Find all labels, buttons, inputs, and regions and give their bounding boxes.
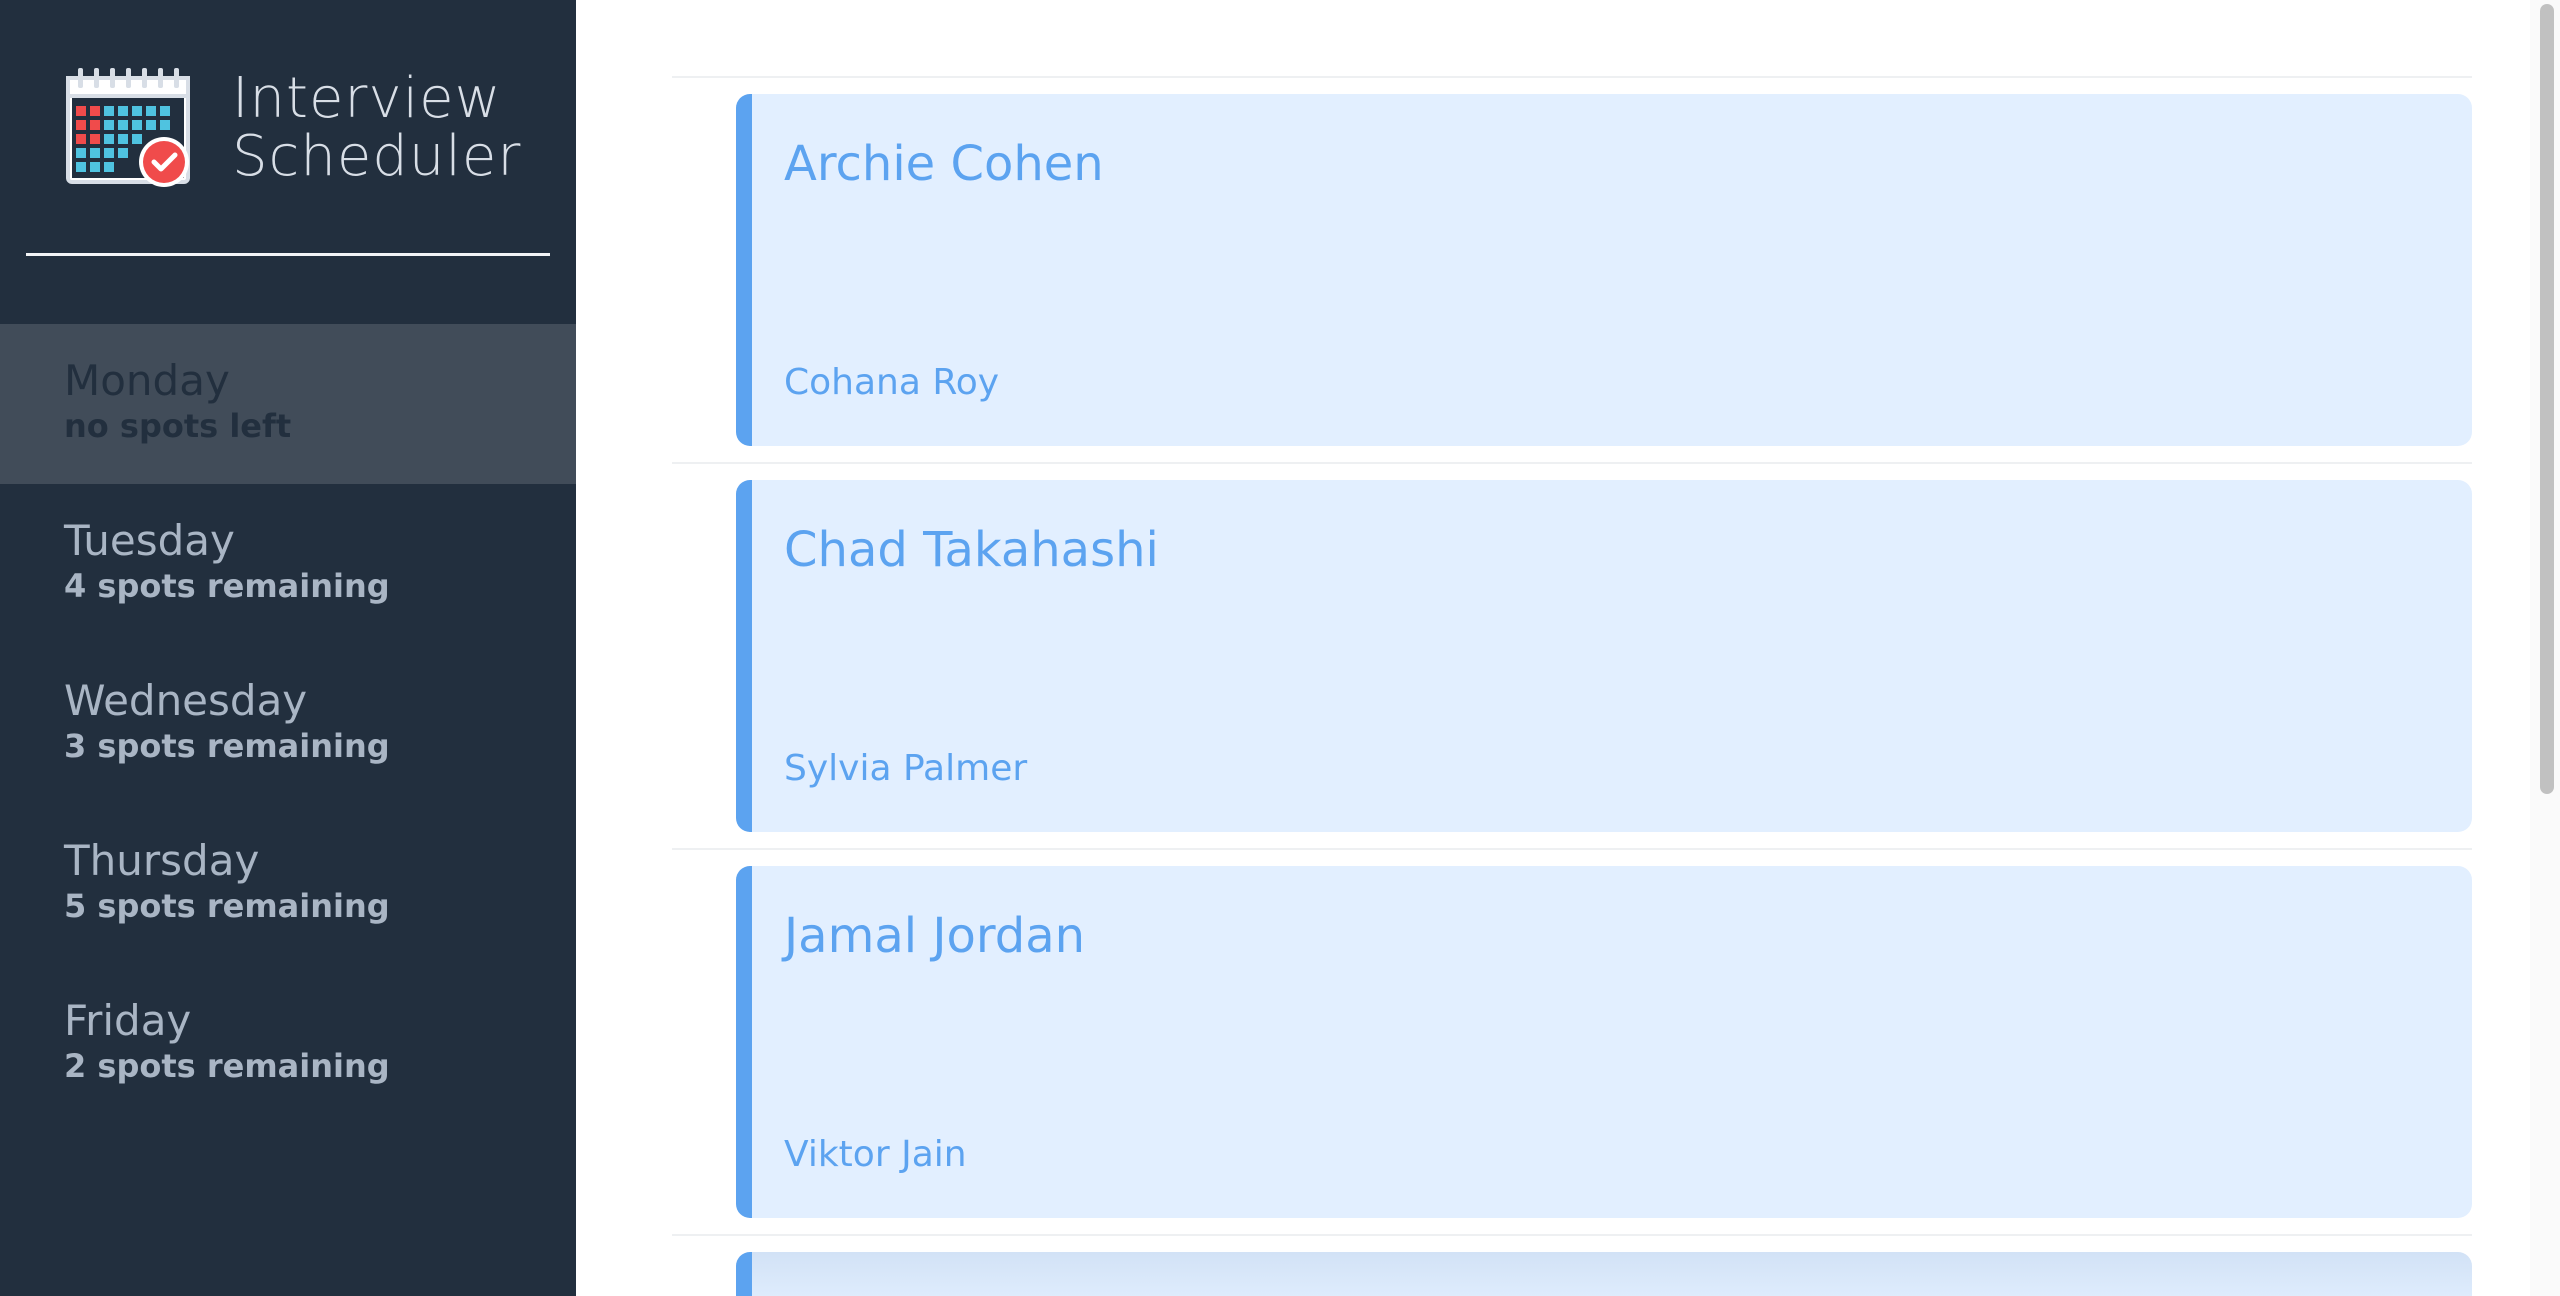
app-title-line2: Scheduler <box>232 124 522 189</box>
day-name: Tuesday <box>64 516 235 565</box>
day-list: Monday no spots left Tuesday 4 spots rem… <box>0 324 576 1124</box>
brand: Interview Scheduler <box>64 66 521 190</box>
sidebar: Interview Scheduler Monday no spots left… <box>0 0 576 1296</box>
day-item-wednesday[interactable]: Wednesday 3 spots remaining <box>0 644 576 804</box>
day-item-friday[interactable]: Friday 2 spots remaining <box>0 964 576 1124</box>
interviewer-name: Sylvia Palmer <box>784 748 1028 789</box>
day-item-tuesday[interactable]: Tuesday 4 spots remaining <box>0 484 576 644</box>
slot-divider <box>672 462 2472 464</box>
day-spots: 3 spots remaining <box>64 727 390 765</box>
student-name: Chad Takahashi <box>784 522 1159 578</box>
day-spots: 2 spots remaining <box>64 1047 390 1085</box>
student-name: Jamal Jordan <box>784 908 1086 964</box>
scrollbar[interactable] <box>2530 0 2560 1296</box>
scrollbar-thumb[interactable] <box>2540 4 2554 794</box>
brand-divider <box>26 253 550 256</box>
day-name: Friday <box>64 996 192 1045</box>
appointment-card-partial[interactable] <box>736 1252 2472 1296</box>
day-spots: 5 spots remaining <box>64 887 390 925</box>
day-name: Monday <box>64 356 230 405</box>
app-title: Interview Scheduler <box>232 70 521 186</box>
day-name: Thursday <box>64 836 260 885</box>
app-title-line1: Interview <box>232 66 502 131</box>
day-spots: no spots left <box>64 407 292 445</box>
slot-divider <box>672 1234 2472 1236</box>
schedule: Archie Cohen Cohana Roy Chad Takahashi S… <box>576 0 2560 1296</box>
day-name: Wednesday <box>64 676 308 725</box>
calendar-check-icon <box>66 68 190 187</box>
slot-divider <box>672 76 2472 78</box>
interviewer-name: Viktor Jain <box>784 1134 967 1175</box>
appointment-card[interactable]: Chad Takahashi Sylvia Palmer <box>736 480 2472 832</box>
day-spots: 4 spots remaining <box>64 567 390 605</box>
student-name: Archie Cohen <box>784 136 1104 192</box>
interviewer-name: Cohana Roy <box>784 362 1000 403</box>
slot-divider <box>672 848 2472 850</box>
appointment-card[interactable]: Archie Cohen Cohana Roy <box>736 94 2472 446</box>
day-item-thursday[interactable]: Thursday 5 spots remaining <box>0 804 576 964</box>
appointment-card[interactable]: Jamal Jordan Viktor Jain <box>736 866 2472 1218</box>
app-root: Interview Scheduler Monday no spots left… <box>0 0 2560 1296</box>
day-item-monday[interactable]: Monday no spots left <box>0 324 576 484</box>
